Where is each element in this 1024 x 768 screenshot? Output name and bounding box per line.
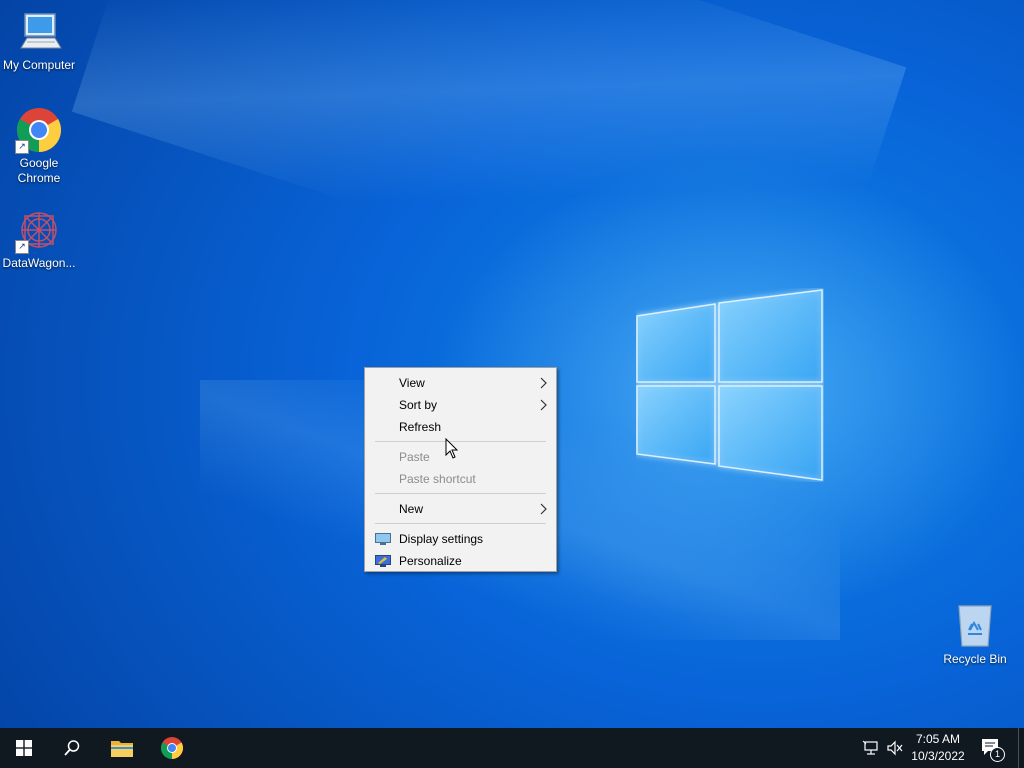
chrome-taskbar-button[interactable] (148, 728, 196, 768)
desktop-context-menu: View Sort by Refresh Paste Paste shortcu… (364, 367, 557, 572)
menu-item-personalize[interactable]: Personalize (365, 550, 556, 572)
menu-separator (375, 441, 546, 442)
clock-date: 10/3/2022 (911, 749, 965, 763)
notification-badge: 1 (990, 747, 1005, 762)
file-explorer-button[interactable] (98, 728, 146, 768)
shortcut-arrow-icon: ↗ (15, 240, 29, 254)
menu-item-display-settings[interactable]: Display settings (365, 528, 556, 550)
menu-item-new[interactable]: New (365, 498, 556, 520)
menu-item-paste-shortcut: Paste shortcut (365, 468, 556, 490)
personalize-icon (375, 555, 391, 567)
desktop-icon-my-computer[interactable]: My Computer (0, 8, 78, 73)
chevron-right-icon (540, 399, 547, 411)
menu-item-label: Sort by (399, 398, 438, 412)
desktop-icon-recycle-bin[interactable]: Recycle Bin (936, 602, 1014, 667)
menu-item-label: View (399, 376, 425, 390)
mouse-cursor-icon (445, 438, 459, 459)
desktop-icon-label: My Computer (2, 58, 76, 72)
display-settings-icon (375, 533, 391, 545)
chrome-icon: ↗ (15, 106, 63, 154)
taskbar-clock[interactable]: 7:05 AM 10/3/2022 (905, 731, 971, 765)
menu-item-label: Personalize (399, 554, 462, 568)
menu-item-paste: Paste (365, 446, 556, 468)
windows-start-icon (16, 740, 32, 756)
search-icon (64, 740, 80, 756)
recycle-bin-icon (951, 602, 999, 650)
folder-icon (111, 741, 133, 757)
shortcut-arrow-icon: ↗ (15, 140, 29, 154)
menu-item-label: Display settings (399, 532, 484, 546)
start-button[interactable] (0, 728, 48, 768)
chrome-icon (161, 737, 183, 759)
menu-item-label: Paste shortcut (399, 472, 476, 486)
chevron-right-icon (540, 377, 547, 389)
menu-item-refresh[interactable]: Refresh (365, 416, 556, 438)
menu-separator (375, 523, 546, 524)
menu-item-sort-by[interactable]: Sort by (365, 394, 556, 416)
desktop-icon-label: DataWagon... (2, 256, 76, 270)
clock-time: 7:05 AM (915, 732, 961, 746)
desktop-icon-google-chrome[interactable]: ↗ Google Chrome (0, 106, 78, 186)
menu-item-label: Paste (399, 450, 430, 464)
desktop[interactable]: My Computer ↗ Google Chrome ↗ DataWagon.… (0, 0, 1024, 728)
volume-muted-icon[interactable] (886, 739, 904, 757)
show-desktop-button[interactable] (1018, 728, 1024, 768)
action-center-button[interactable]: 1 (980, 737, 1005, 762)
datawagon-icon: ↗ (15, 206, 63, 254)
computer-icon (15, 8, 63, 56)
desktop-icon-label: Recycle Bin (943, 652, 1007, 666)
menu-item-label: Refresh (399, 420, 442, 434)
taskbar: 7:05 AM 10/3/2022 1 (0, 728, 1024, 768)
menu-item-view[interactable]: View (365, 372, 556, 394)
desktop-icon-label: Google Chrome (17, 156, 61, 185)
chevron-right-icon (540, 503, 547, 515)
desktop-icon-datawagon[interactable]: ↗ DataWagon... (0, 206, 78, 271)
windows-logo (636, 289, 823, 481)
menu-item-label: New (399, 502, 424, 516)
network-icon[interactable] (862, 739, 880, 757)
search-button[interactable] (48, 728, 96, 768)
menu-separator (375, 493, 546, 494)
